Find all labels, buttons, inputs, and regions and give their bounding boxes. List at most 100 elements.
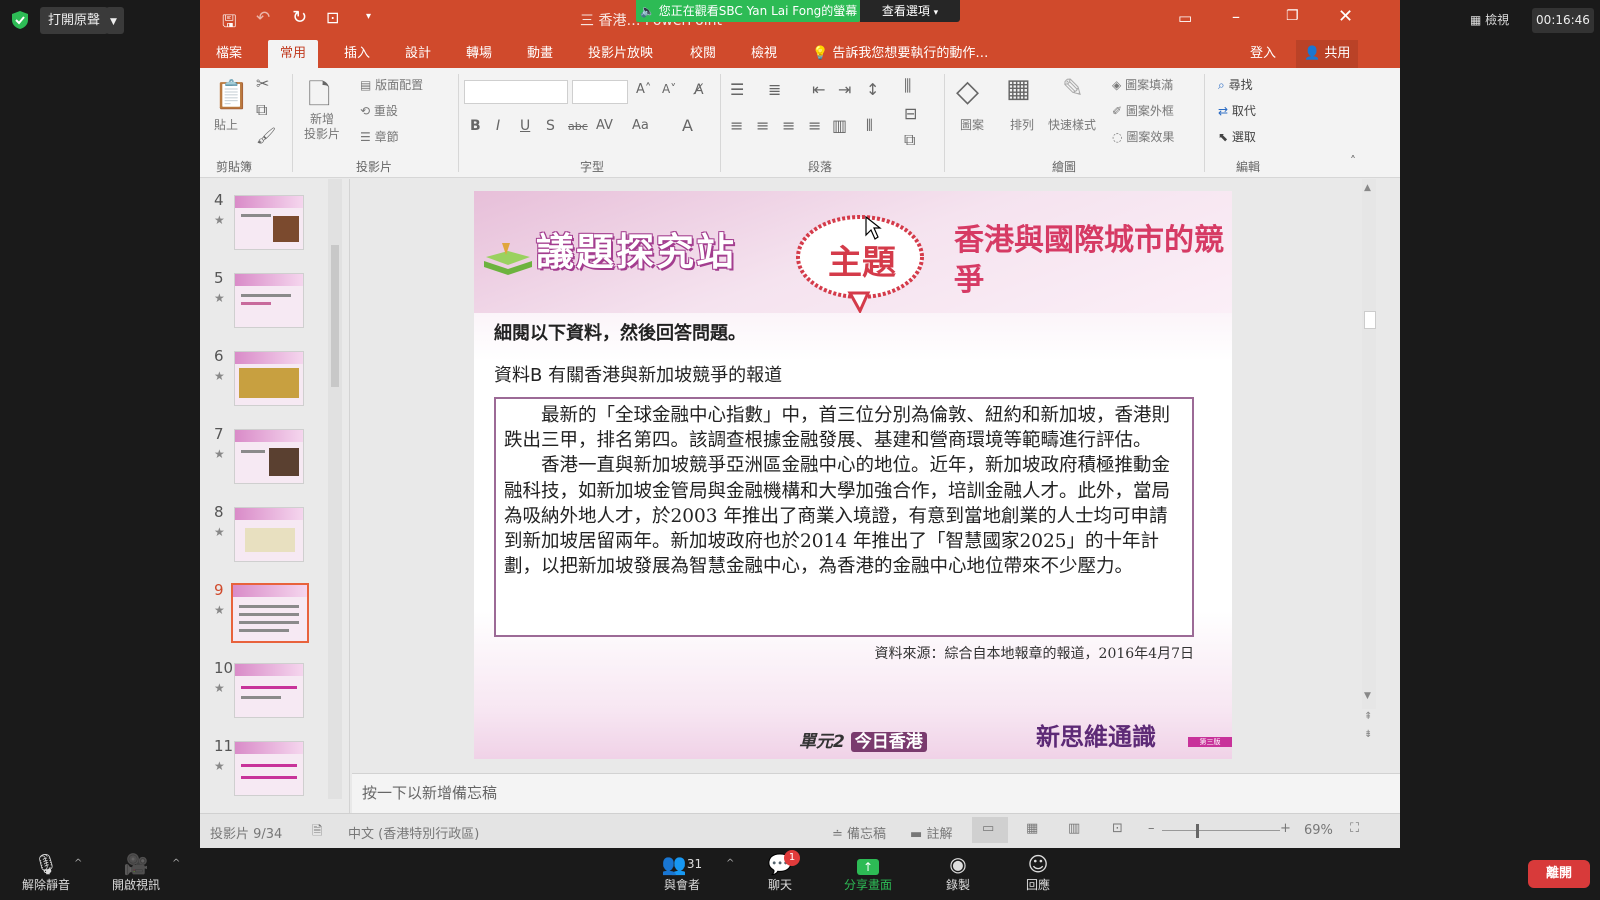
zoom-in-icon[interactable]: + (1280, 821, 1291, 836)
next-slide-icon[interactable]: ⇟ (1364, 729, 1372, 740)
bold-icon[interactable]: B (470, 118, 481, 134)
tab-home[interactable]: 常用 (268, 40, 319, 68)
participants-caret[interactable]: ^ (726, 858, 734, 869)
align-center-icon[interactable]: ≡ (756, 116, 769, 135)
quick-styles-button[interactable]: 快速樣式 (1048, 116, 1096, 133)
tab-review[interactable]: 校閱 (690, 40, 716, 68)
zoom-out-icon[interactable]: – (1148, 821, 1155, 836)
italic-icon[interactable]: I (496, 118, 500, 134)
font-name-select[interactable] (464, 80, 568, 104)
record-button[interactable]: ◉ 錄製 (934, 852, 982, 893)
arrange-button[interactable]: 排列 (1010, 116, 1034, 133)
participants-button[interactable]: 👥31 與會者 (654, 852, 710, 893)
char-spacing-icon[interactable]: AV (596, 118, 613, 133)
align-text-icon[interactable]: ⊟ (904, 104, 917, 123)
shape-fill-button[interactable]: ◈ 圖案填滿 (1112, 76, 1173, 93)
undo-icon[interactable]: ↶ (256, 8, 270, 28)
slide-thumbnail-6[interactable] (234, 351, 304, 406)
columns-icon[interactable]: ⫴ (866, 116, 873, 136)
slide-thumbnail-10[interactable] (234, 663, 304, 718)
font-size-select[interactable] (572, 80, 628, 104)
slide-scroll-thumb[interactable] (1364, 311, 1376, 329)
previous-slide-icon[interactable]: ⇞ (1364, 711, 1372, 722)
line-spacing-icon[interactable]: ↕ (866, 80, 879, 99)
video-options-caret[interactable]: ^ (172, 858, 180, 869)
reactions-button[interactable]: ☺ 回應 (1014, 852, 1062, 893)
format-painter-icon[interactable]: 🖌 (256, 126, 276, 145)
numbering-icon[interactable]: ≣ (768, 80, 781, 99)
original-sound-dropdown[interactable]: ▼ (106, 7, 124, 34)
section-button[interactable]: ☰ 章節 (360, 128, 399, 145)
share-button[interactable]: 👤 共用 (1296, 40, 1359, 68)
restore-icon[interactable]: ❐ (1286, 8, 1299, 24)
security-shield-icon[interactable] (12, 11, 28, 29)
start-video-button[interactable]: 🎥 開啟視訊 (108, 852, 164, 893)
distribute-icon[interactable]: ▥ (832, 116, 847, 135)
decrease-indent-icon[interactable]: ⇤ (812, 80, 825, 99)
shapes-button[interactable]: 圖案 (960, 116, 984, 133)
spellcheck-icon[interactable]: 🗎 (312, 822, 322, 844)
smartart-icon[interactable]: ⧉ (904, 130, 915, 150)
new-slide-button[interactable]: 新增 投影片 (304, 112, 340, 142)
leave-meeting-button[interactable]: 離開 (1528, 860, 1590, 888)
text-direction-icon[interactable]: ⫼ (904, 76, 911, 96)
redo-icon[interactable]: ↻ (292, 7, 307, 28)
zoom-level[interactable]: 69% (1304, 823, 1333, 838)
align-right-icon[interactable]: ≡ (782, 116, 795, 135)
tab-transitions[interactable]: 轉場 (466, 40, 492, 68)
unmute-button[interactable]: 🎙 解除靜音 (18, 852, 74, 893)
tell-me-box[interactable]: 💡 告訴我您想要執行的動作… (812, 40, 988, 68)
paste-button[interactable]: 貼上 (214, 116, 238, 133)
notes-pane[interactable]: 按一下以新增備忘稿 (352, 773, 1400, 813)
slide-thumbnail-11[interactable] (234, 741, 304, 796)
notes-toggle[interactable]: ≐ 備忘稿 (832, 823, 886, 842)
find-button[interactable]: ⌕ 尋找 (1218, 76, 1253, 93)
increase-indent-icon[interactable]: ⇥ (838, 80, 851, 99)
slide-thumbnail-7[interactable] (234, 429, 304, 484)
strikethrough-icon[interactable]: abc (568, 120, 588, 133)
justify-icon[interactable]: ≡ (808, 116, 821, 135)
current-slide[interactable]: 議題探究站 主題 香港與國際城市的競爭 細閱以下資料，然後回答問題。 資料B 有… (474, 191, 1232, 759)
language-indicator[interactable]: 中文 (香港特別行政區) (348, 823, 479, 842)
arrange-icon[interactable]: ▦ (1006, 74, 1031, 104)
reset-button[interactable]: ⟲ 重設 (360, 102, 398, 119)
tab-view[interactable]: 檢視 (751, 40, 777, 68)
layout-button[interactable]: ▤ 版面配置 (360, 76, 423, 93)
shape-outline-button[interactable]: ✐ 圖案外框 (1112, 102, 1174, 119)
zoom-slider[interactable] (1162, 830, 1280, 831)
source-textbox[interactable]: 最新的「全球金融中心指數」中，首三位分別為倫敦、紐約和新加坡，香港則跌出三甲，排… (494, 397, 1194, 637)
cut-icon[interactable]: ✂ (256, 74, 269, 93)
slide-thumbnail-8[interactable] (234, 507, 304, 562)
quick-styles-icon[interactable]: ✎ (1062, 74, 1084, 104)
decrease-font-icon[interactable]: A˅ (662, 82, 676, 96)
start-slideshow-icon[interactable]: ⊡ (326, 8, 339, 27)
slide-sorter-icon[interactable]: ▦ (1026, 821, 1038, 836)
change-case-icon[interactable]: Aa (632, 118, 649, 133)
thumbnails-scroll-thumb[interactable] (331, 245, 339, 387)
slideshow-view-icon[interactable]: ⊡ (1112, 821, 1123, 836)
ribbon-display-icon[interactable]: ▭ (1178, 9, 1192, 27)
clear-formatting-icon[interactable]: A̸ (694, 82, 704, 98)
tab-slideshow[interactable]: 投影片放映 (588, 40, 653, 68)
replace-button[interactable]: ⇄ 取代 (1218, 102, 1256, 119)
tab-animations[interactable]: 動畫 (527, 40, 553, 68)
bullets-icon[interactable]: ☰ (730, 80, 744, 99)
copy-icon[interactable]: ⧉ (256, 100, 267, 120)
font-color-icon[interactable]: A (682, 116, 693, 135)
share-screen-button[interactable]: ↑ 分享畫面 (838, 852, 898, 893)
tab-file[interactable]: 檔案 (216, 40, 242, 68)
save-icon[interactable]: 🖫 (222, 9, 236, 38)
paste-icon[interactable]: 📋 (214, 78, 249, 111)
tab-insert[interactable]: 插入 (344, 40, 370, 68)
scroll-up-icon[interactable]: ▲ (1364, 183, 1371, 193)
underline-icon[interactable]: U (520, 118, 530, 134)
collapse-ribbon-icon[interactable]: ˄ (1350, 154, 1356, 168)
customize-toolbar-icon[interactable]: ▾ (366, 11, 371, 22)
text-shadow-icon[interactable]: S (546, 118, 555, 134)
original-sound-button[interactable]: 打開原聲 (40, 7, 109, 34)
minimize-icon[interactable]: – (1232, 7, 1240, 26)
slide-scrollbar[interactable] (1362, 179, 1376, 709)
tab-design[interactable]: 設計 (405, 40, 431, 68)
reading-view-icon[interactable]: ▥ (1068, 821, 1080, 836)
align-left-icon[interactable]: ≡ (730, 116, 743, 135)
